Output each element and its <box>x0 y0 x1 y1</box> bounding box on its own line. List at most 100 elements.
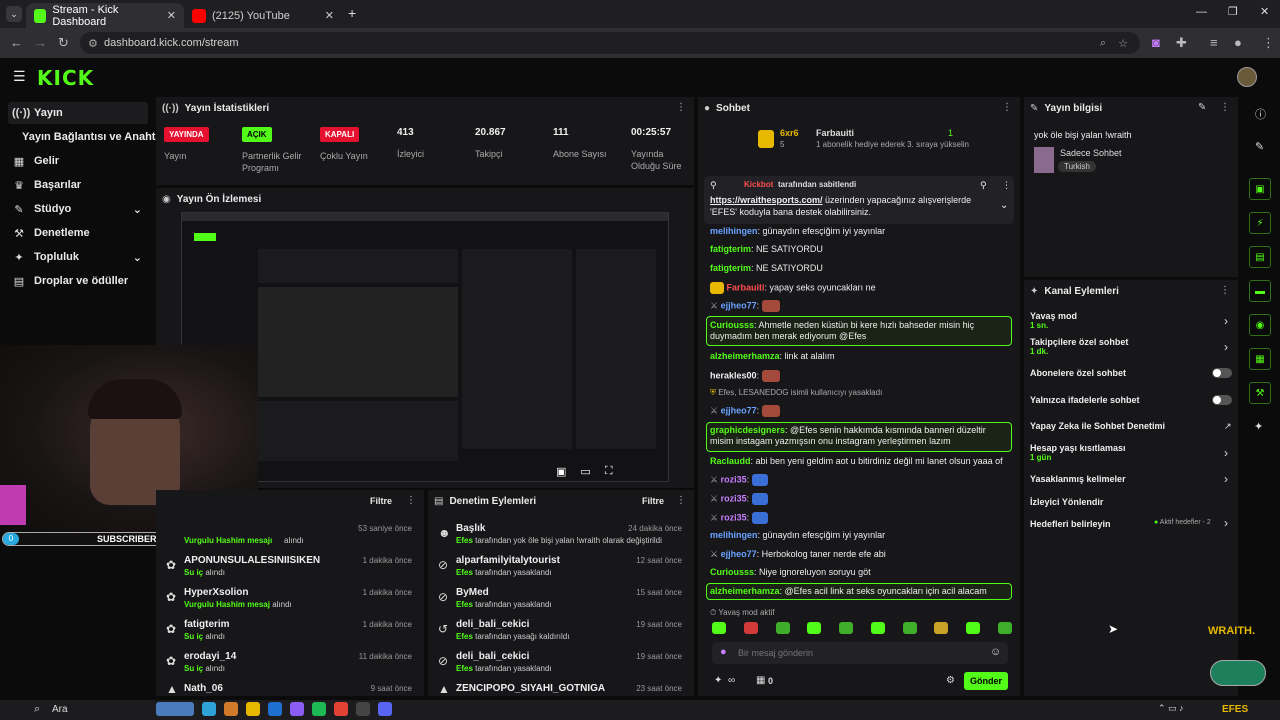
sidebar-item-droplar[interactable]: ▤ Droplar ve ödüller <box>8 270 148 292</box>
chevron-right-icon[interactable]: › <box>1224 314 1228 328</box>
pinned-message[interactable]: ⚲ Kickbot tarafından sabitlendi ⚲ ⋮ http… <box>704 176 1014 224</box>
spotify-icon[interactable] <box>312 702 326 716</box>
tray-icons[interactable]: ⌃ ▭ ♪ <box>1158 703 1184 714</box>
community-icon[interactable]: ✦ <box>1254 420 1263 433</box>
search-icon[interactable]: ⌕ <box>34 703 40 716</box>
list-item[interactable]: ⊘ ByMed Efes tarafından yasaklandı 15 sa… <box>428 584 694 614</box>
emote-icon[interactable] <box>712 622 726 634</box>
chat-username[interactable]: rozi35 <box>721 512 747 522</box>
list-item[interactable]: ↺ deli_bali_cekici Efes tarafından yasağ… <box>428 616 694 646</box>
bookmark-star-icon[interactable]: ☆ <box>1118 37 1128 50</box>
list-item[interactable]: ✿ APONUNSULALESINIISIKEN Su iç alındı 1 … <box>156 552 424 582</box>
pinned-link[interactable]: https://wraithesports.com/ <box>710 195 823 205</box>
action-banned-words[interactable]: Yasaklanmış kelimeler <box>1030 474 1126 484</box>
explorer-icon[interactable] <box>246 702 260 716</box>
reading-list-icon[interactable]: ≡ <box>1210 35 1218 50</box>
minimize-icon[interactable]: — <box>1196 6 1207 18</box>
fullscreen-icon[interactable]: ⛶ <box>605 465 613 478</box>
chat-username[interactable]: Farbauiti <box>727 282 765 292</box>
edit-icon[interactable]: ✎ <box>1198 102 1206 113</box>
filter-button[interactable]: Filtre <box>370 496 392 506</box>
more-options-icon[interactable]: ⋮ <box>1220 102 1230 113</box>
chevron-right-icon[interactable]: › <box>1224 516 1228 530</box>
tab-youtube[interactable]: (2125) YouTube ✕ <box>184 3 342 28</box>
emote-icon[interactable] <box>839 622 854 634</box>
external-link-icon[interactable]: ↗ <box>1224 421 1232 432</box>
action-goals[interactable]: Hedefleri belirleyin <box>1030 519 1111 529</box>
chat-username[interactable]: RacIaudd <box>710 456 751 466</box>
list-item[interactable]: ⊘ deli_bali_cekici Efes tarafından yasak… <box>428 648 694 678</box>
new-tab-button[interactable]: + <box>348 5 356 21</box>
user-avatar[interactable] <box>1237 67 1257 87</box>
action-raid[interactable]: İzleyici Yönlendir <box>1030 497 1103 507</box>
quick-action-hammer-icon[interactable]: ⚒ <box>1249 382 1271 404</box>
app-icon[interactable] <box>290 702 304 716</box>
microphone-icon[interactable]: ● <box>720 646 727 658</box>
chat-username[interactable]: ejjheo77 <box>721 549 757 559</box>
back-icon[interactable]: ← <box>10 35 23 50</box>
sidebar-item-stream-key[interactable]: Yayın Bağlantısı ve Anahtarı <box>18 126 158 148</box>
list-item[interactable]: Vurgulu Hashim mesajı alındı 53 saniye ö… <box>156 520 424 548</box>
chat-username[interactable]: Curiousss <box>710 567 754 577</box>
discord-icon[interactable] <box>378 702 392 716</box>
info-icon[interactable]: ⓘ <box>1255 106 1266 122</box>
emote-icon[interactable] <box>870 622 885 634</box>
more-options-icon[interactable]: ⋮ <box>1220 285 1230 296</box>
chat-username[interactable]: herakles00 <box>710 370 757 380</box>
tab-kick-dashboard[interactable]: Stream - Kick Dashboard ✕ <box>26 3 184 28</box>
settings-gear-icon[interactable]: ⚙ <box>946 675 955 686</box>
chat-username[interactable]: rozi35 <box>721 493 747 503</box>
send-button[interactable]: Gönder <box>964 672 1008 690</box>
taskbar-search-label[interactable]: Ara <box>52 704 68 715</box>
quick-action-clip-icon[interactable]: ▣ <box>1249 178 1271 200</box>
quick-action-note-icon[interactable]: ▤ <box>1249 246 1271 268</box>
chat-input-box[interactable]: ● ☺ <box>712 642 1008 664</box>
more-options-icon[interactable]: ⋮ <box>676 102 686 113</box>
more-options-icon[interactable]: ⋮ <box>1002 102 1012 113</box>
quick-action-broadcast-icon[interactable]: ◉ <box>1249 314 1271 336</box>
emote-icon[interactable] <box>743 622 758 634</box>
close-tab-icon[interactable]: ✕ <box>325 9 334 22</box>
hamburger-menu-icon[interactable]: ☰ <box>13 68 26 85</box>
extensions-puzzle-icon[interactable]: ✚ <box>1176 35 1187 51</box>
site-info-icon[interactable]: ⚙ <box>88 37 98 50</box>
edit-icon[interactable]: ✎ <box>1255 140 1264 153</box>
chat-username[interactable]: alzheimerhamza <box>710 586 780 596</box>
action-followers-only[interactable]: Takipçilere özel sohbet 1 dk. <box>1030 337 1128 356</box>
url-field[interactable]: ⚙ dashboard.kick.com/stream ⌕ ☆ <box>80 32 1140 54</box>
chevron-down-icon[interactable]: ⌄ <box>1000 200 1008 211</box>
sidebar-item-topluluk[interactable]: ✦ Topluluk ⌄ <box>8 246 148 268</box>
filter-button[interactable]: Filtre <box>642 496 664 506</box>
tab-list-button[interactable]: ⌄ <box>6 6 22 22</box>
maximize-icon[interactable]: ❐ <box>1228 5 1238 18</box>
subs-only-toggle[interactable] <box>1212 368 1232 378</box>
sidebar-item-studyo[interactable]: ✎ Stüdyo ⌄ <box>8 198 148 220</box>
action-ai-moderation[interactable]: Yapay Zeka ile Sohbet Denetimi <box>1030 421 1165 431</box>
kick-logo[interactable]: KICK <box>37 66 94 90</box>
chevron-right-icon[interactable]: › <box>1224 472 1228 486</box>
zoom-icon[interactable]: ⌕ <box>1100 37 1106 50</box>
more-options-icon[interactable]: ⋮ <box>676 495 686 506</box>
chat-username[interactable]: melihingen <box>710 530 758 540</box>
emote-icon[interactable] <box>807 622 822 634</box>
emoji-icon[interactable]: ☺ <box>990 646 1001 658</box>
list-item[interactable]: ▲ Nath_06 9 saat önce <box>156 680 424 696</box>
action-slow-mode[interactable]: Yavaş mod 1 sn. <box>1030 311 1077 330</box>
quick-action-store-icon[interactable]: ▦ <box>1249 348 1271 370</box>
community-icon[interactable]: ✦ <box>714 675 722 686</box>
close-window-icon[interactable]: ✕ <box>1260 5 1269 18</box>
chat-input[interactable] <box>738 645 978 661</box>
profile-icon[interactable]: ● <box>1234 35 1242 50</box>
sidebar-item-yayin[interactable]: ((·)) Yayın <box>8 102 148 124</box>
chat-username[interactable]: fatigterim <box>710 244 751 254</box>
quick-action-chat-icon[interactable]: ▬ <box>1249 280 1271 302</box>
close-tab-icon[interactable]: ✕ <box>167 9 176 22</box>
emote-icon[interactable] <box>775 622 790 634</box>
chat-username[interactable]: Curiousss <box>710 320 754 330</box>
chat-username[interactable]: rozi35 <box>721 474 747 484</box>
store-icon[interactable]: ▦ <box>756 675 765 686</box>
chat-username[interactable]: ejjheo77 <box>721 405 757 415</box>
chat-username[interactable]: graphicdesigners <box>710 425 785 435</box>
forward-icon[interactable]: → <box>34 35 47 50</box>
emote-icon[interactable] <box>934 622 949 634</box>
